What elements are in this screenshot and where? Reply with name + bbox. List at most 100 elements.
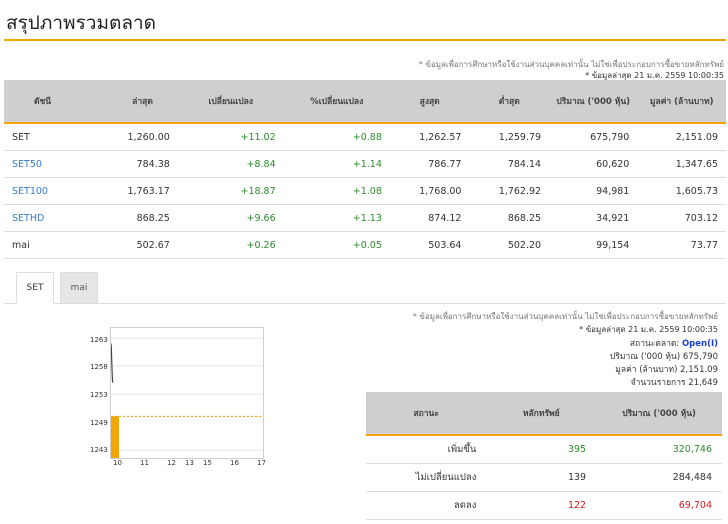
stat-table-header: สถานะ หลักทรัพย์ ปริมาณ ('000 หุ้น) bbox=[366, 392, 722, 436]
high-value: 1,262.57 bbox=[389, 123, 470, 151]
pct-change-value: +1.13 bbox=[283, 204, 390, 232]
tab-mai[interactable]: mai bbox=[60, 272, 98, 304]
index-name-link[interactable]: SETHD bbox=[4, 204, 108, 232]
title-underline bbox=[4, 39, 726, 41]
col-stat-volume: ปริมาณ ('000 หุ้น) bbox=[596, 392, 722, 436]
volume-value: 34,921 bbox=[549, 204, 638, 232]
advance-decline-table: สถานะ หลักทรัพย์ ปริมาณ ('000 หุ้น) เพิ่… bbox=[366, 392, 722, 520]
change-value: +9.66 bbox=[177, 204, 284, 232]
col-change: เปลี่ยนแปลง bbox=[177, 80, 284, 124]
table-row: SETHD 868.25 +9.66 +1.13 874.12 868.25 3… bbox=[4, 204, 726, 232]
pct-change-value: +0.88 bbox=[283, 123, 390, 151]
high-value: 874.12 bbox=[389, 204, 470, 232]
last-value: 784.38 bbox=[107, 150, 178, 178]
disclaimer-note-2: * ข้อมูลเพื่อการศึกษาหรือใช้งานส่วนบุคคล… bbox=[412, 312, 718, 321]
market-status: สถานะตลาด: Open(I) bbox=[630, 336, 718, 350]
market-status-value: Open(I) bbox=[681, 339, 718, 349]
low-value: 1,259.79 bbox=[469, 123, 550, 151]
high-value: 786.77 bbox=[389, 150, 470, 178]
high-value: 1,768.00 bbox=[389, 177, 470, 205]
securities-count: 139 bbox=[486, 463, 597, 492]
x-tick-label: 16 bbox=[230, 459, 239, 467]
last-value: 868.25 bbox=[107, 204, 178, 232]
market-trades: จำนวนรายการ 21,649 bbox=[631, 375, 718, 389]
low-value: 502.20 bbox=[469, 231, 550, 259]
last-value: 1,260.00 bbox=[107, 123, 178, 151]
y-tick-label: 1253 bbox=[90, 391, 108, 399]
y-tick-label: 1243 bbox=[90, 446, 108, 454]
col-securities: หลักทรัพย์ bbox=[486, 392, 597, 436]
turnover-value: 73.77 bbox=[637, 231, 726, 259]
change-value: +0.26 bbox=[177, 231, 284, 259]
securities-count: 122 bbox=[486, 491, 597, 520]
table-row: mai 502.67 +0.26 +0.05 503.64 502.20 99,… bbox=[4, 231, 726, 259]
pct-change-value: +1.14 bbox=[283, 150, 390, 178]
market-tab-bar: SET mai bbox=[4, 270, 726, 304]
low-value: 1,762.92 bbox=[469, 177, 550, 205]
market-trades-value: 21,649 bbox=[688, 378, 718, 388]
x-tick-label: 11 bbox=[140, 459, 149, 467]
status-volume: 284,484 bbox=[596, 463, 722, 492]
market-value-label: มูลค่า (ล้านบาท) bbox=[615, 365, 678, 375]
index-summary-table: ดัชนี ล่าสุด เปลี่ยนแปลง %เปลี่ยนแปลง สู… bbox=[4, 80, 726, 259]
pct-change-value: +0.05 bbox=[283, 231, 390, 259]
col-index: ดัชนี bbox=[4, 80, 108, 124]
table-row: SET50 784.38 +8.84 +1.14 786.77 784.14 6… bbox=[4, 150, 726, 178]
volume-value: 99,154 bbox=[549, 231, 638, 259]
y-tick-label: 1258 bbox=[90, 363, 108, 371]
turnover-value: 703.12 bbox=[637, 204, 726, 232]
updated-note-2: * ข้อมูลล่าสุด 21 ม.ค. 2559 10:00:35 bbox=[579, 325, 718, 334]
securities-count: 395 bbox=[486, 435, 597, 464]
col-pct-change: %เปลี่ยนแปลง bbox=[283, 80, 390, 124]
x-tick-label: 13 bbox=[185, 459, 194, 467]
high-value: 503.64 bbox=[389, 231, 470, 259]
market-status-label: สถานะตลาด: bbox=[629, 339, 680, 349]
change-value: +11.02 bbox=[177, 123, 284, 151]
turnover-value: 1,605.73 bbox=[637, 177, 726, 205]
change-value: +18.87 bbox=[177, 177, 284, 205]
market-volume-value: 675,790 bbox=[682, 352, 718, 362]
x-tick-label: 17 bbox=[257, 459, 266, 467]
turnover-value: 1,347.65 bbox=[637, 150, 726, 178]
market-volume-label: ปริมาณ ('000 หุ้น) bbox=[609, 352, 681, 362]
x-tick-label: 12 bbox=[167, 459, 176, 467]
table-row: ลดลง 122 69,704 bbox=[366, 491, 722, 520]
low-value: 784.14 bbox=[469, 150, 550, 178]
table-row: SET 1,260.00 +11.02 +0.88 1,262.57 1,259… bbox=[4, 123, 726, 151]
y-tick-label: 1249 bbox=[90, 419, 108, 427]
market-volume: ปริมาณ ('000 หุ้น) 675,790 bbox=[610, 349, 718, 363]
table-row: SET100 1,763.17 +18.87 +1.08 1,768.00 1,… bbox=[4, 177, 726, 205]
volume-value: 60,620 bbox=[549, 150, 638, 178]
volume-bar bbox=[111, 416, 119, 458]
col-volume: ปริมาณ ('000 หุ้น) bbox=[549, 80, 638, 124]
last-value: 1,763.17 bbox=[107, 177, 178, 205]
turnover-value: 2,151.09 bbox=[637, 123, 726, 151]
x-tick-label: 10 bbox=[113, 459, 122, 467]
status-label: ไม่เปลี่ยนแปลง bbox=[366, 463, 487, 492]
col-last: ล่าสุด bbox=[107, 80, 178, 124]
page-title: สรุปภาพรวมตลาด bbox=[6, 12, 156, 34]
index-name: SET bbox=[4, 123, 108, 151]
status-volume: 320,746 bbox=[596, 435, 722, 464]
index-name-link[interactable]: SET100 bbox=[4, 177, 108, 205]
tab-set[interactable]: SET bbox=[16, 272, 54, 304]
intraday-chart bbox=[110, 327, 264, 459]
intraday-chart-svg bbox=[110, 337, 263, 458]
index-table-header: ดัชนี ล่าสุด เปลี่ยนแปลง %เปลี่ยนแปลง สู… bbox=[4, 80, 726, 124]
col-status: สถานะ bbox=[366, 392, 487, 436]
pct-change-value: +1.08 bbox=[283, 177, 390, 205]
market-value-value: 2,151.09 bbox=[680, 365, 718, 375]
market-value: มูลค่า (ล้านบาท) 2,151.09 bbox=[615, 362, 718, 376]
x-tick-label: 15 bbox=[203, 459, 212, 467]
status-label: ลดลง bbox=[366, 491, 487, 520]
last-value: 502.67 bbox=[107, 231, 178, 259]
change-value: +8.84 bbox=[177, 150, 284, 178]
col-high: สูงสุด bbox=[389, 80, 470, 124]
table-row: ไม่เปลี่ยนแปลง 139 284,484 bbox=[366, 463, 722, 492]
volume-value: 94,981 bbox=[549, 177, 638, 205]
low-value: 868.25 bbox=[469, 204, 550, 232]
index-name: mai bbox=[4, 231, 108, 259]
col-low: ต่ำสุด bbox=[469, 80, 550, 124]
index-name-link[interactable]: SET50 bbox=[4, 150, 108, 178]
status-label: เพิ่มขึ้น bbox=[366, 435, 487, 464]
